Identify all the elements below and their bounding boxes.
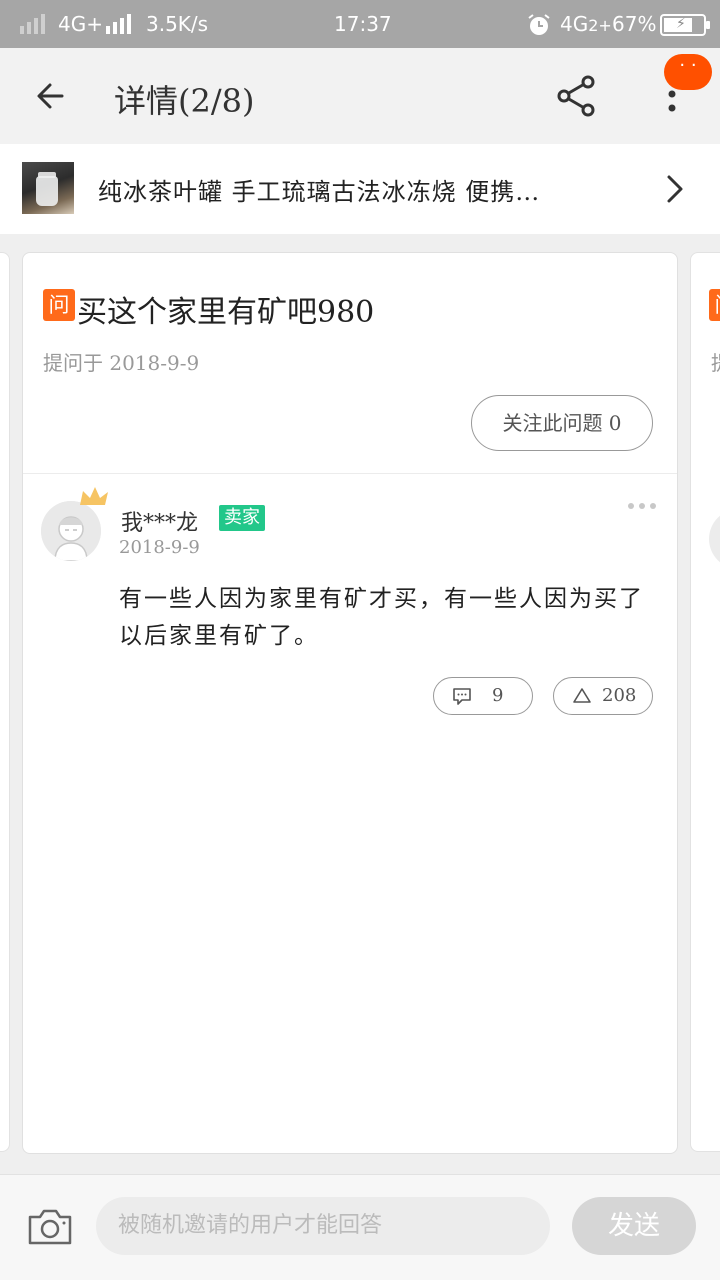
upvote-button[interactable]: 208 [553,677,653,715]
question-tag: 问 [709,289,720,321]
chevron-right-icon [667,175,683,203]
answer-date: 2018-9-9 [119,537,200,558]
answer-input-bar: 被随机邀请的用户才能回答 发送 [0,1174,720,1280]
avatar [709,509,720,569]
clock: 17:37 [334,12,392,36]
seller-badge: 卖家 [219,505,265,531]
signal-icon [20,14,45,34]
answer-text: 有一些人因为家里有矿才买，有一些人因为买了以后家里有矿了。 [119,586,644,649]
question-date: 提问于 2018-9-9 [43,351,200,375]
network-type: 4G+ [58,12,103,36]
comment-count: 9 [492,685,504,706]
crown-icon [80,487,108,505]
battery-percent: 67% [612,12,657,36]
product-thumbnail [22,162,74,214]
question-date: 提 [711,347,720,376]
divider [23,473,677,474]
status-bar: 4G+ 3.5K/s 17:37 4G2+ 67% ⚡ [0,0,720,48]
share-icon[interactable] [552,72,600,120]
comment-icon [453,688,471,705]
network-type-2: 4G2+ [560,12,612,36]
question-card: 问 买这个家里有矿吧980 提问于 2018-9-9 关注此问题 0 我***龙… [22,252,678,1154]
upvote-count: 208 [602,685,637,706]
follow-question-button[interactable]: 关注此问题 0 [471,395,653,451]
battery-icon: ⚡ [660,14,710,36]
comment-button[interactable]: 9 [433,677,533,715]
previous-question-card[interactable] [0,252,10,1152]
answer-username: 我***龙 [121,511,199,536]
question-title: 买这个家里有矿吧980 [77,295,375,330]
upvote-triangle-icon [573,688,591,703]
answer-input[interactable]: 被随机邀请的用户才能回答 [96,1197,550,1255]
back-arrow-icon[interactable] [32,74,76,118]
camera-icon[interactable] [26,1205,74,1249]
product-link-row[interactable]: 纯冰茶叶罐 手工琉璃古法冰冻烧 便携… [0,144,720,234]
alarm-icon [528,14,550,35]
notification-badge[interactable]: · · [664,54,712,90]
signal-icon-2 [106,14,131,34]
top-navigation: 详情(2/8) · · [0,48,720,144]
product-name: 纯冰茶叶罐 手工琉璃古法冰冻烧 便携… [98,178,541,206]
question-tag: 问 [43,289,75,321]
network-speed: 3.5K/s [146,12,209,36]
send-button[interactable]: 发送 [572,1197,696,1255]
page-title: 详情(2/8) [114,82,255,120]
answer-more-icon[interactable] [627,501,657,511]
next-question-card[interactable]: 问 提 [690,252,720,1152]
